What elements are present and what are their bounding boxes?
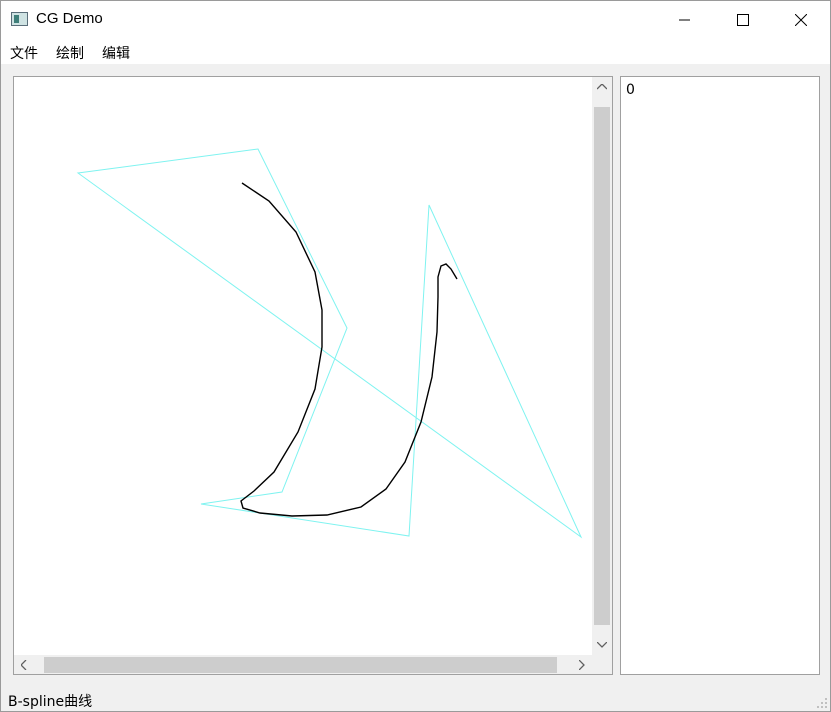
close-icon	[795, 14, 807, 26]
vertical-scrollbar[interactable]	[592, 77, 612, 655]
maximize-icon	[737, 14, 749, 26]
chevron-up-icon	[597, 84, 607, 90]
menu-draw[interactable]: 绘制	[56, 43, 84, 63]
minimize-icon	[679, 19, 690, 21]
canvas-view	[13, 76, 613, 675]
close-button[interactable]	[772, 1, 830, 39]
resize-grip-icon[interactable]	[816, 697, 828, 709]
horizontal-scroll-thumb[interactable]	[44, 657, 557, 673]
scroll-left-button[interactable]	[14, 655, 34, 674]
drawing-canvas[interactable]	[14, 77, 592, 655]
control-polygon	[76, 148, 583, 539]
window-title: CG Demo	[36, 10, 103, 27]
status-text: B-spline曲线	[8, 694, 93, 710]
scroll-up-button[interactable]	[592, 77, 612, 97]
app-window-icon	[11, 12, 28, 26]
scroll-right-button[interactable]	[572, 655, 592, 674]
horizontal-scrollbar[interactable]	[14, 655, 592, 674]
menu-edit[interactable]: 编辑	[102, 43, 130, 63]
main-window: CG Demo 文件 绘制 编辑 0 B-spline曲线	[0, 0, 831, 712]
canvas-svg	[76, 148, 583, 539]
menu-file[interactable]: 文件	[10, 43, 38, 63]
list-item[interactable]: 0	[626, 82, 635, 98]
minimize-button[interactable]	[656, 1, 714, 39]
item-list-panel[interactable]: 0	[620, 76, 820, 675]
menu-bar: 文件 绘制 编辑	[1, 39, 830, 64]
chevron-down-icon	[597, 642, 607, 648]
scrollbar-corner	[592, 655, 612, 674]
vertical-scroll-thumb[interactable]	[594, 107, 610, 625]
status-bar: B-spline曲线	[1, 688, 830, 711]
scroll-down-button[interactable]	[592, 635, 612, 655]
chevron-left-icon	[21, 660, 27, 670]
maximize-button[interactable]	[714, 1, 772, 39]
title-bar[interactable]: CG Demo	[1, 1, 830, 39]
chevron-right-icon	[579, 660, 585, 670]
bspline-curve	[240, 182, 458, 517]
